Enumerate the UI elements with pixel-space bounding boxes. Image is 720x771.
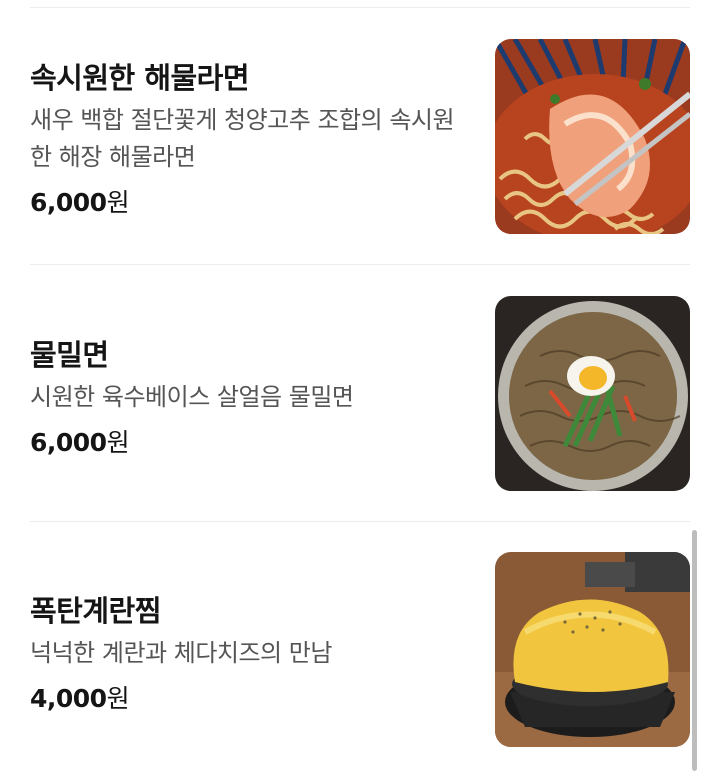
scrollbar[interactable] [692,530,697,771]
menu-item-price: 6,000원 [30,428,130,457]
menu-item-name: 속시원한 해물라면 [30,61,250,95]
menu-item-description: 새우 백합 절단꽃게 청양고추 조합의 속시원한 해장 해물라면 [30,106,455,171]
menu-item-price: 4,000원 [30,684,130,713]
menu-item-description: 넉넉한 계란과 체다치즈의 만남 [30,639,332,667]
menu-item-name: 폭탄계란찜 [30,594,161,628]
menu-item-cold-noodle[interactable]: 물밀면 시원한 육수베이스 살얼음 물밀면 6,000원 [0,265,720,521]
steamed-egg-photo [495,552,690,747]
menu-item-steamed-egg[interactable]: 폭탄계란찜 넉넉한 계란과 체다치즈의 만남 4,000원 [0,522,720,771]
menu-item-name: 물밀면 [30,338,109,372]
menu-item-seafood-ramen[interactable]: 속시원한 해물라면 새우 백합 절단꽃게 청양고추 조합의 속시원한 해장 해물… [0,0,720,264]
menu-item-description: 시원한 육수베이스 살얼음 물밀면 [30,383,354,411]
menu-item-price: 6,000원 [30,188,130,217]
seafood-ramen-photo [495,39,690,234]
cold-noodle-photo [495,296,690,491]
